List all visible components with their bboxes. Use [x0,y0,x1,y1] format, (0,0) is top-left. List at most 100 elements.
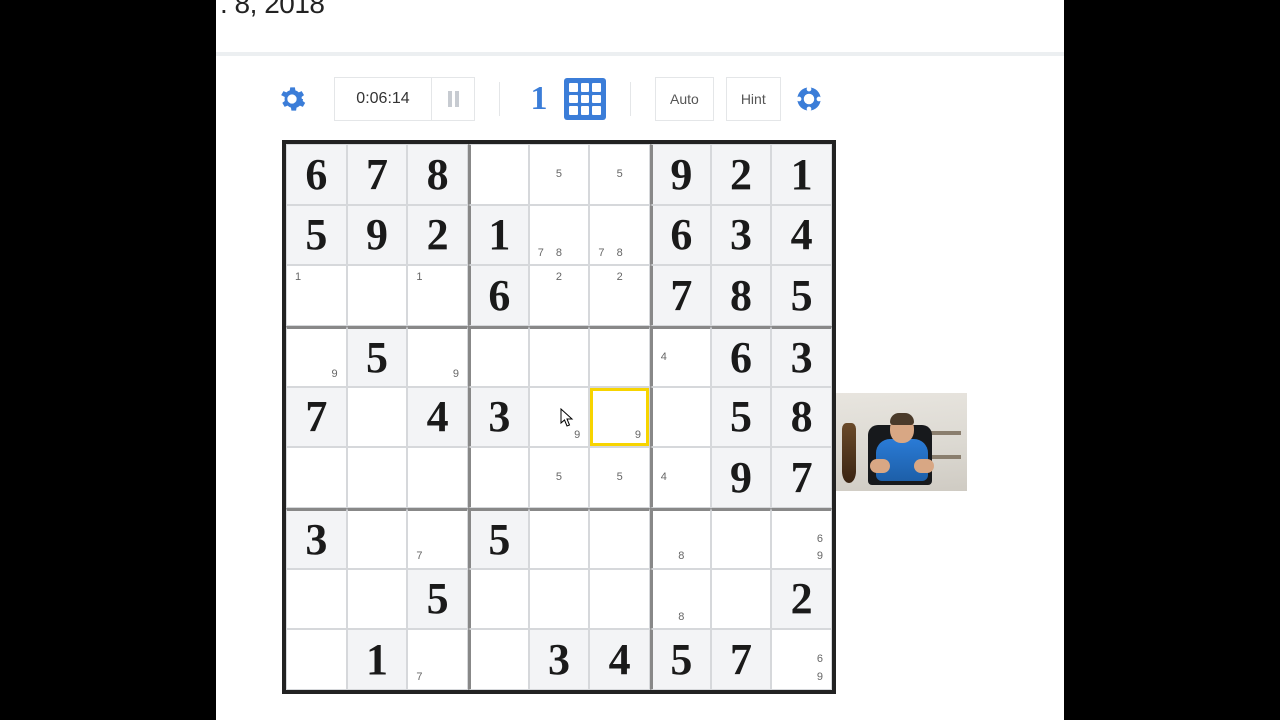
cell-r0-c2[interactable]: 8 [407,144,468,205]
candidate-grid: 9 [592,390,647,445]
divider [216,52,1064,56]
cell-r2-c5[interactable]: 2 [589,265,650,326]
cell-r7-c3[interactable] [468,569,529,630]
cell-r8-c8[interactable]: 69 [771,629,832,690]
cell-r1-c7[interactable]: 3 [711,205,772,266]
candidate-grid: 7 [410,632,465,687]
cell-r2-c6[interactable]: 7 [650,265,711,326]
cell-r4-c8[interactable]: 8 [771,387,832,448]
candidate-grid [714,513,769,566]
cell-r6-c2[interactable]: 7 [407,508,468,569]
hint-button[interactable]: Hint [726,77,781,121]
cell-r6-c6[interactable]: 8 [650,508,711,569]
cell-r8-c3[interactable] [468,629,529,690]
cell-r2-c8[interactable]: 5 [771,265,832,326]
candidate-grid: 2 [532,268,587,323]
cell-r3-c1[interactable]: 5 [347,326,408,387]
cell-r7-c8[interactable]: 2 [771,569,832,630]
cell-r2-c1[interactable] [347,265,408,326]
cell-r7-c2[interactable]: 5 [407,569,468,630]
cell-r8-c7[interactable]: 7 [711,629,772,690]
cell-r8-c5[interactable]: 4 [589,629,650,690]
cell-r8-c4[interactable]: 3 [529,629,590,690]
cell-r0-c7[interactable]: 2 [711,144,772,205]
cell-r2-c0[interactable]: 1 [286,265,347,326]
cell-r5-c2[interactable] [407,447,468,508]
cell-r4-c7[interactable]: 5 [711,387,772,448]
cell-r1-c4[interactable]: 78 [529,205,590,266]
mode-candidate-button[interactable] [564,78,606,120]
cell-r1-c2[interactable]: 2 [407,205,468,266]
cell-r3-c5[interactable] [589,326,650,387]
cell-r4-c2[interactable]: 4 [407,387,468,448]
cell-r1-c5[interactable]: 78 [589,205,650,266]
cell-r1-c0[interactable]: 5 [286,205,347,266]
cell-r4-c1[interactable] [347,387,408,448]
cell-r1-c1[interactable]: 9 [347,205,408,266]
cell-r7-c1[interactable] [347,569,408,630]
cell-r1-c6[interactable]: 6 [650,205,711,266]
cell-r4-c4[interactable]: 9 [529,387,590,448]
cell-r5-c3[interactable] [468,447,529,508]
page-title-fragment: . 8, 2018 [220,0,324,20]
cell-r3-c4[interactable] [529,326,590,387]
cell-r5-c7[interactable]: 9 [711,447,772,508]
cell-r3-c0[interactable]: 9 [286,326,347,387]
cell-r0-c4[interactable]: 5 [529,144,590,205]
cell-r7-c4[interactable] [529,569,590,630]
cell-r8-c6[interactable]: 5 [650,629,711,690]
cell-r0-c5[interactable]: 5 [589,144,650,205]
cell-r4-c0[interactable]: 7 [286,387,347,448]
cell-r0-c6[interactable]: 9 [650,144,711,205]
cell-r6-c1[interactable] [347,508,408,569]
cell-r3-c2[interactable]: 9 [407,326,468,387]
settings-icon[interactable] [278,85,306,113]
cell-r6-c0[interactable]: 3 [286,508,347,569]
cell-r2-c2[interactable]: 1 [407,265,468,326]
mode-normal-button[interactable]: 1 [524,80,554,118]
cell-r1-c8[interactable]: 4 [771,205,832,266]
cell-r2-c7[interactable]: 8 [711,265,772,326]
cell-r0-c1[interactable]: 7 [347,144,408,205]
cell-r3-c3[interactable] [468,326,529,387]
cell-r6-c5[interactable] [589,508,650,569]
cell-r6-c3[interactable]: 5 [468,508,529,569]
cell-r8-c0[interactable] [286,629,347,690]
candidate-grid [410,450,465,505]
cell-r8-c2[interactable]: 7 [407,629,468,690]
cell-r7-c6[interactable]: 8 [650,569,711,630]
cell-r4-c5[interactable]: 9 [589,387,650,448]
cell-r4-c6[interactable] [650,387,711,448]
cell-r3-c6[interactable]: 4 [650,326,711,387]
candidate-grid: 7 [410,513,465,566]
cell-r5-c5[interactable]: 5 [589,447,650,508]
cell-r6-c8[interactable]: 69 [771,508,832,569]
cell-r0-c3[interactable] [468,144,529,205]
cell-r3-c8[interactable]: 3 [771,326,832,387]
pause-button[interactable] [432,78,474,120]
cell-r5-c4[interactable]: 5 [529,447,590,508]
cell-r4-c3[interactable]: 3 [468,387,529,448]
cell-r7-c0[interactable] [286,569,347,630]
cell-r6-c4[interactable] [529,508,590,569]
cell-r2-c3[interactable]: 6 [468,265,529,326]
cell-r5-c0[interactable] [286,447,347,508]
cell-r5-c6[interactable]: 4 [650,447,711,508]
auto-button[interactable]: Auto [655,77,714,121]
cell-r6-c7[interactable] [711,508,772,569]
sudoku-board[interactable]: 6785592159217878634116227859594637439958… [282,140,836,694]
cell-r8-c1[interactable]: 1 [347,629,408,690]
cell-r7-c7[interactable] [711,569,772,630]
cell-r2-c4[interactable]: 2 [529,265,590,326]
help-icon[interactable] [795,85,823,113]
cell-r5-c1[interactable] [347,447,408,508]
cell-r3-c7[interactable]: 6 [711,326,772,387]
cell-r0-c0[interactable]: 6 [286,144,347,205]
cell-value: 9 [653,145,710,204]
cell-r5-c8[interactable]: 7 [771,447,832,508]
cell-r1-c3[interactable]: 1 [468,205,529,266]
cell-r7-c5[interactable] [589,569,650,630]
candidate-grid [473,450,526,505]
cell-r0-c8[interactable]: 1 [771,144,832,205]
candidate-grid [714,572,769,627]
